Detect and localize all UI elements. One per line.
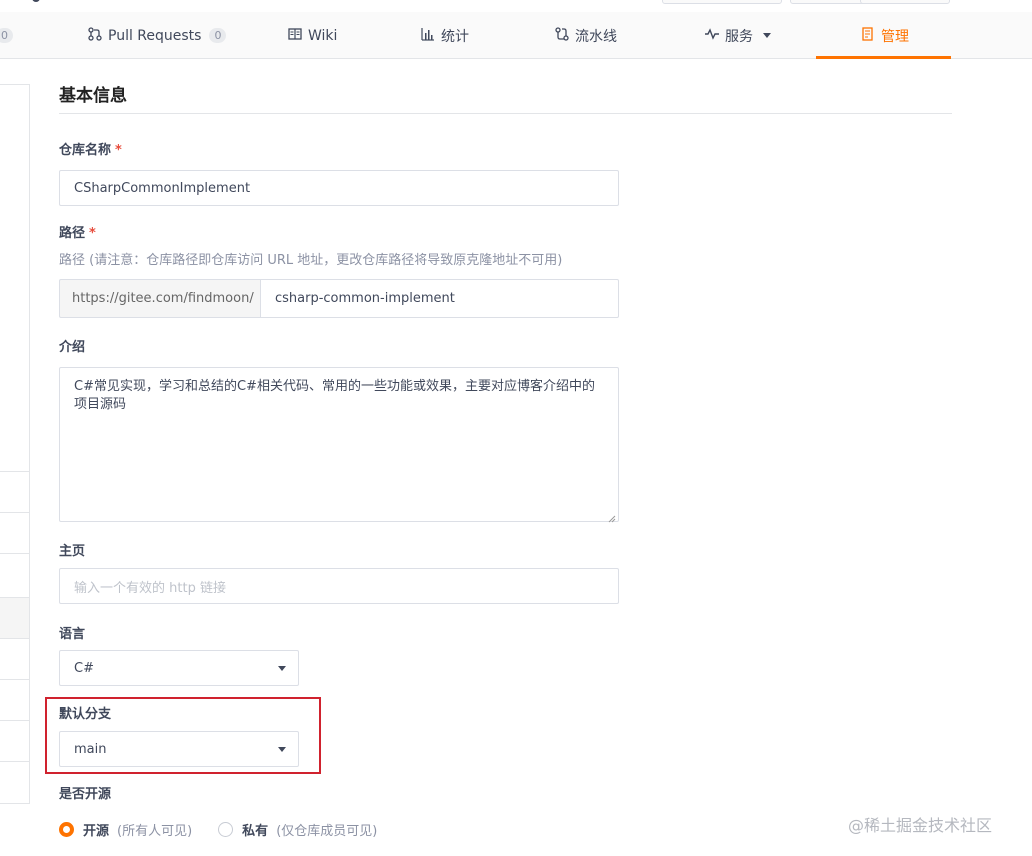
tab-label: 服务 xyxy=(725,28,753,45)
repo-nav-tabs: 0 Pull Requests 0 Wiki 统计 流水线 服务 管理 xyxy=(0,12,1032,59)
tab-label: Pull Requests xyxy=(108,27,202,44)
repo-name-label: 仓库名称 * xyxy=(59,139,122,158)
settings-sidebar xyxy=(0,84,30,804)
chevron-down-icon xyxy=(763,33,771,38)
path-input[interactable]: csharp-common-implement xyxy=(260,279,619,318)
tab-stats[interactable]: 统计 xyxy=(421,12,469,59)
tab-label: 管理 xyxy=(881,28,909,45)
language-label: 语言 xyxy=(59,627,86,642)
tab-pull-requests[interactable]: Pull Requests 0 xyxy=(88,12,227,59)
active-tab-indicator xyxy=(816,56,951,59)
description-label: 介绍 xyxy=(59,340,86,355)
sidebar-item[interactable] xyxy=(0,553,29,594)
pull-request-icon xyxy=(88,26,102,45)
path-hint: 路径 (请注意：仓库路径即仓库访问 URL 地址，更改仓库路径将导致原克隆地址不… xyxy=(59,253,563,268)
tab-label: Wiki xyxy=(308,27,338,44)
tab-issues[interactable]: 0 xyxy=(0,12,13,59)
pipeline-icon xyxy=(555,26,569,45)
private-radio[interactable] xyxy=(218,822,234,837)
sidebar-item[interactable] xyxy=(0,761,29,802)
title-fragment xyxy=(32,0,40,2)
visibility-radio-group: 开源 (所有人可见) 私有 (仅仓库成员可见) xyxy=(59,820,403,839)
private-radio-desc: (仅仓库成员可见) xyxy=(276,824,378,839)
pr-count-badge: 0 xyxy=(209,28,227,43)
issues-count-badge: 0 xyxy=(0,28,13,43)
sidebar-item[interactable] xyxy=(0,512,29,553)
sidebar-item-active[interactable] xyxy=(0,597,29,638)
sidebar-item[interactable] xyxy=(0,638,29,679)
sidebar-item[interactable] xyxy=(0,471,29,512)
tab-label: 流水线 xyxy=(575,28,617,45)
annotation-highlight-box xyxy=(45,697,321,774)
public-radio-label[interactable]: 开源 xyxy=(83,820,109,839)
language-value: C# xyxy=(74,660,94,676)
watch-button[interactable] xyxy=(662,0,782,4)
resize-handle-icon[interactable] xyxy=(608,511,616,523)
settings-form: 基本信息 xyxy=(59,84,952,114)
book-icon xyxy=(288,27,302,45)
fork-button[interactable] xyxy=(860,0,950,4)
homepage-input[interactable]: 输入一个有效的 http 链接 xyxy=(59,568,619,604)
required-mark: * xyxy=(89,226,96,241)
watermark: @稀土掘金技术社区 xyxy=(848,816,993,835)
tab-manage[interactable]: 管理 xyxy=(861,12,909,59)
description-text: C#常见实现，学习和总结的C#相关代码、常用的一些功能或效果，主要对应博客介绍中… xyxy=(74,379,595,412)
tab-services[interactable]: 服务 xyxy=(705,12,771,59)
section-title: 基本信息 xyxy=(59,84,952,114)
private-radio-label[interactable]: 私有 xyxy=(242,820,268,839)
homepage-label: 主页 xyxy=(59,544,86,559)
language-select[interactable]: C# xyxy=(59,650,299,686)
tab-pipeline[interactable]: 流水线 xyxy=(555,12,617,59)
public-radio[interactable] xyxy=(59,822,74,837)
bar-chart-icon xyxy=(421,27,435,45)
description-textarea[interactable]: C#常见实现，学习和总结的C#相关代码、常用的一些功能或效果，主要对应博客介绍中… xyxy=(59,367,619,523)
open-source-label: 是否开源 xyxy=(59,787,112,802)
pulse-icon xyxy=(705,27,719,45)
sidebar-item[interactable] xyxy=(0,679,29,720)
label-text: 仓库名称 xyxy=(59,143,112,158)
sidebar-item[interactable] xyxy=(0,720,29,761)
label-text: 路径 xyxy=(59,226,86,241)
path-label: 路径 * xyxy=(59,222,96,241)
path-prefix: https://gitee.com/findmoon/ xyxy=(59,279,261,318)
public-radio-desc: (所有人可见) xyxy=(117,824,193,839)
repo-name-input[interactable]: CSharpCommonImplement xyxy=(59,170,619,206)
required-mark: * xyxy=(115,143,122,158)
tab-label: 统计 xyxy=(441,28,469,45)
settings-doc-icon xyxy=(861,26,875,45)
caret-down-icon xyxy=(278,666,286,671)
tab-wiki[interactable]: Wiki xyxy=(288,12,337,59)
